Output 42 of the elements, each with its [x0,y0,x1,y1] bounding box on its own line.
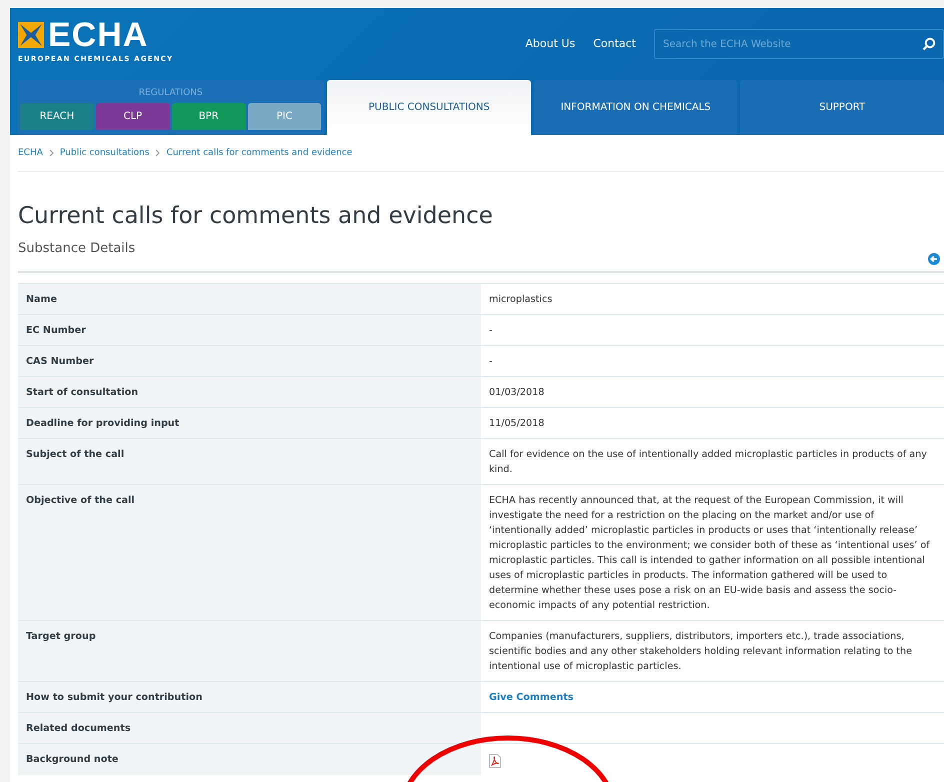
field-label: Related documents [26,723,131,734]
field-value: ECHA has recently announced that, at the request of the European Commission, it will investigate the need for a restriction on the placing on the market and/or use of ‘intentionally added’ microplastic particles in products or uses that ‘intentionally release’ microplastic particles to the environment; we consider both of these as ‘intentional uses’ of microplastic particles. This call is intended to gather information on all possible intentional uses of microplastic particles in products. The information gathered will be used to determine whether these uses pose a risk on an EU-wide basis and assess the socio-economic impacts of any potential restriction. [489,495,930,611]
field-label: Start of consultation [26,387,138,398]
field-value: 11/05/2018 [489,418,544,429]
chevron-icon [155,149,160,157]
header-link[interactable]: About Us [525,37,576,50]
field-label: Objective of the call [26,495,135,506]
field-label: Background note [26,754,118,765]
regulation-tab[interactable]: CLP [96,103,170,130]
field-value: - [489,356,492,367]
page-title: Current calls for comments and evidence [18,202,494,231]
field-label: Deadline for providing input [26,418,180,429]
nav-tab[interactable]: SUPPORT [740,80,944,135]
field-value: microplastics [489,294,552,305]
back-arrow-icon[interactable] [928,253,940,265]
field-label: Name [26,294,58,305]
field-value: 01/03/2018 [489,387,544,398]
header-link[interactable]: Contact [593,37,636,50]
field-label: EC Number [26,325,86,336]
search-field[interactable]: Search the ECHA Website [654,29,944,59]
regulation-tab[interactable]: REACH [20,103,94,130]
nav-tab[interactable]: PUBLIC CONSULTATIONS [327,80,531,135]
nav-tab[interactable]: INFORMATION ON CHEMICALS [534,80,738,135]
field-value: Call for evidence on the use of intentionally added microplastic particles in products of any kind. [489,449,927,475]
give-comments-link[interactable]: Give Comments [489,692,574,703]
logo-icon [18,22,44,48]
field-label: Target group [26,631,96,642]
regulations-label: REGULATIONS [138,87,203,100]
breadcrumb-link[interactable]: ECHA [18,148,43,158]
breadcrumb-link[interactable]: Current calls for comments and evidence [166,148,352,158]
field-label: Subject of the call [26,449,124,460]
field-label: CAS Number [26,356,94,367]
breadcrumb-link[interactable]: Public consultations [60,148,150,158]
field-value: - [489,325,492,336]
logo-text[interactable]: ECHA [48,16,148,54]
field-value: Companies (manufacturers, suppliers, distributors, importers etc.), trade associations, scientific bodies and any other stakeholders holding relevant information relating to the intentional use of microplastic particles. [489,631,912,672]
search-icon[interactable] [922,37,936,51]
section-title: Substance Details [18,241,136,256]
field-label: How to submit your contribution [26,692,202,703]
pdf-icon[interactable] [489,754,501,768]
chevron-icon [48,149,54,157]
regulation-tab[interactable]: BPR [172,103,246,130]
